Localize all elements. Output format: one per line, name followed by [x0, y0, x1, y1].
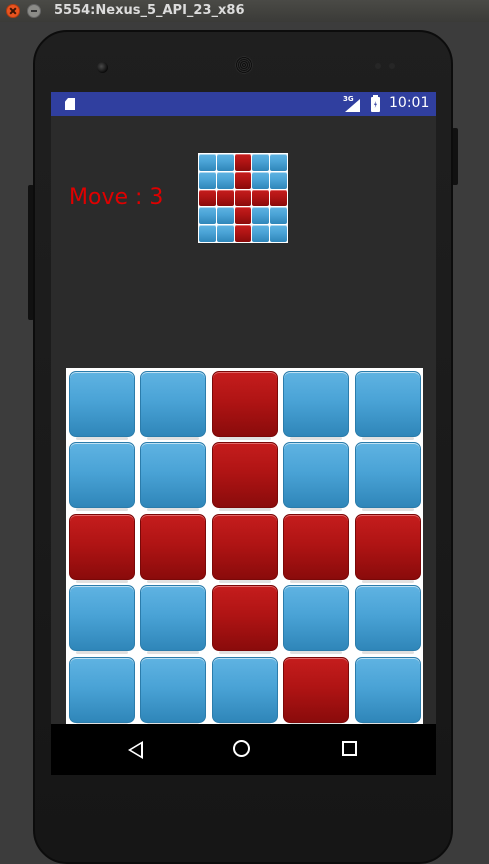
sensor-icon — [375, 63, 381, 69]
target-tile — [234, 154, 252, 171]
target-tile — [252, 171, 270, 189]
target-tile — [234, 207, 252, 225]
board-tile[interactable] — [69, 371, 135, 440]
board-tile[interactable] — [354, 656, 421, 726]
board-tile[interactable] — [354, 585, 421, 655]
board-tile[interactable] — [140, 513, 207, 583]
board-tile[interactable] — [69, 513, 135, 583]
back-icon[interactable] — [128, 741, 143, 759]
sensor-icon — [389, 63, 395, 69]
board-tile[interactable] — [211, 656, 278, 726]
target-tile — [252, 154, 270, 171]
board-tile[interactable] — [283, 442, 350, 512]
network-type-label: 3G — [343, 95, 354, 103]
target-tile — [270, 225, 287, 242]
target-tile — [252, 189, 270, 207]
board-tile[interactable] — [354, 442, 421, 512]
window-title-bar: 5554:Nexus_5_API_23_x86 — [0, 0, 489, 22]
target-tile — [199, 189, 216, 207]
target-tile — [199, 225, 216, 242]
target-tile — [234, 225, 252, 242]
target-tile — [216, 225, 234, 242]
board-tile[interactable] — [283, 656, 350, 726]
move-counter: Move : 3 — [69, 185, 164, 210]
navigation-bar — [51, 724, 436, 775]
target-tile — [216, 154, 234, 171]
board-tile[interactable] — [283, 513, 350, 583]
game-board — [66, 368, 423, 728]
board-tile[interactable] — [211, 513, 278, 583]
board-tile[interactable] — [354, 513, 421, 583]
close-window-button[interactable] — [6, 4, 20, 18]
target-tile — [252, 225, 270, 242]
target-tile — [199, 154, 216, 171]
sd-card-icon — [65, 98, 75, 110]
target-tile — [270, 207, 287, 225]
board-tile[interactable] — [140, 585, 207, 655]
target-tile — [234, 189, 252, 207]
device-screen: 3G 10:01 Move : 3 — [51, 92, 436, 775]
target-tile — [270, 189, 287, 207]
board-tile[interactable] — [140, 371, 207, 440]
target-tile — [199, 207, 216, 225]
battery-charging-icon — [371, 95, 380, 112]
board-tile[interactable] — [211, 371, 278, 440]
home-icon[interactable] — [233, 740, 250, 757]
board-tile[interactable] — [69, 585, 135, 655]
target-pattern-grid — [198, 153, 288, 243]
recent-apps-icon[interactable] — [342, 741, 357, 756]
board-tile[interactable] — [211, 442, 278, 512]
minimize-window-button[interactable] — [27, 4, 41, 18]
board-tile[interactable] — [140, 442, 207, 512]
target-tile — [216, 189, 234, 207]
window-title: 5554:Nexus_5_API_23_x86 — [54, 3, 245, 18]
target-tile — [270, 171, 287, 189]
status-bar: 3G 10:01 — [51, 92, 436, 116]
board-tile[interactable] — [211, 585, 278, 655]
board-tile[interactable] — [69, 656, 135, 726]
board-tile[interactable] — [354, 371, 421, 440]
board-tile[interactable] — [283, 371, 350, 440]
target-tile — [216, 207, 234, 225]
target-tile — [270, 154, 287, 171]
board-tile[interactable] — [140, 656, 207, 726]
target-tile — [234, 171, 252, 189]
target-tile — [252, 207, 270, 225]
target-tile — [216, 171, 234, 189]
status-clock: 10:01 — [389, 95, 430, 111]
speaker-grille-icon — [235, 56, 253, 74]
board-tile[interactable] — [283, 585, 350, 655]
board-tile[interactable] — [69, 442, 135, 512]
front-camera-icon — [97, 62, 108, 73]
target-tile — [199, 171, 216, 189]
